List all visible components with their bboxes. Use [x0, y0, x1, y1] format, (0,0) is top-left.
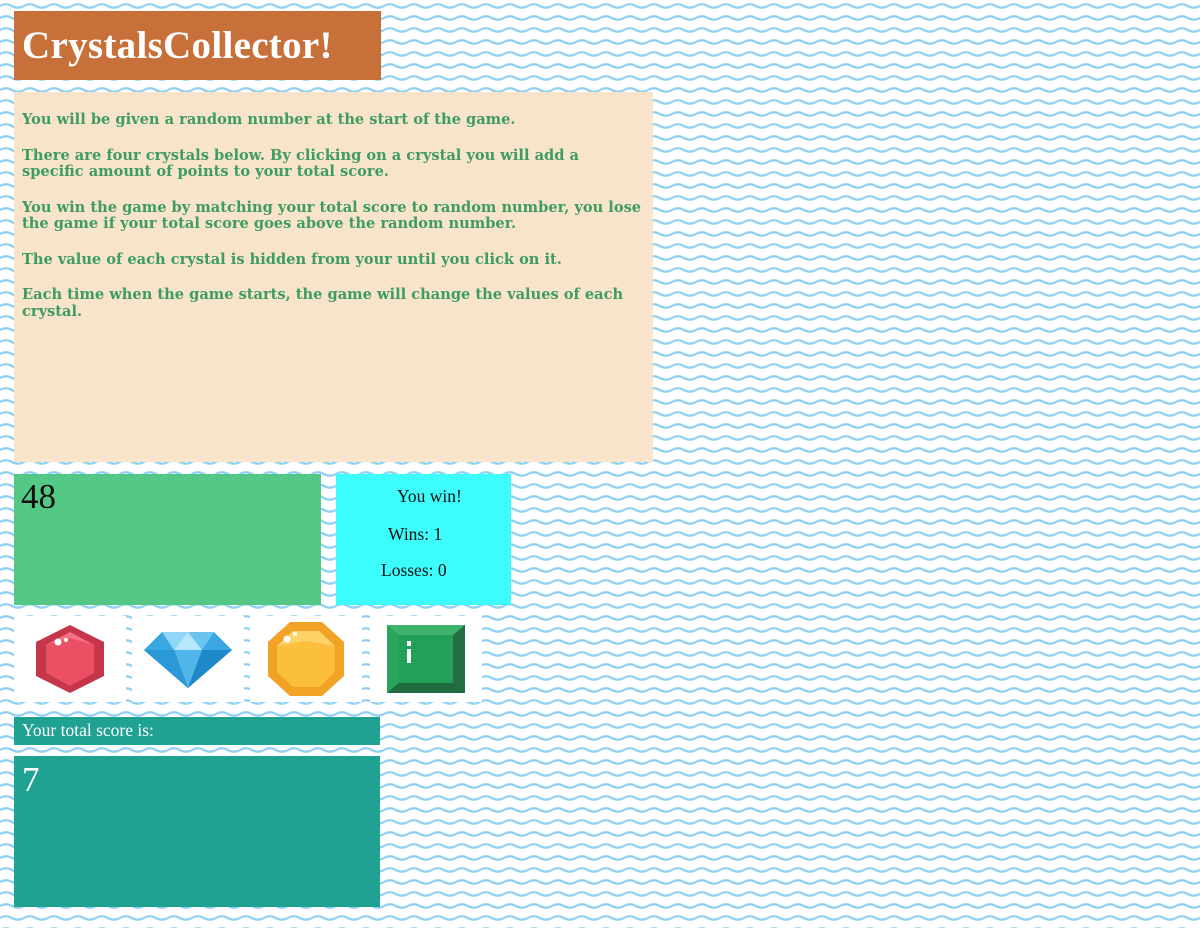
game-title: CrystalsCollector!	[22, 24, 333, 67]
stats-panel: You win! Wins: 1 Losses: 0	[336, 474, 511, 605]
instruction-paragraph: You will be given a random number at the…	[22, 111, 516, 128]
crystal-button-green[interactable]	[370, 616, 482, 702]
losses-counter: Losses: 0	[381, 560, 447, 580]
total-score-panel: 7	[14, 756, 380, 907]
crystal-button-yellow[interactable]	[250, 616, 362, 702]
title-banner: CrystalsCollector!	[14, 11, 381, 80]
yellow-octagon-gem-icon	[268, 622, 344, 696]
instruction-paragraph: The value of each crystal is hidden from…	[22, 250, 562, 268]
instruction-paragraph: Each time when the game starts, the game…	[22, 286, 624, 320]
crystal-button-red[interactable]	[14, 616, 126, 702]
random-target-number: 48	[21, 477, 56, 516]
blue-diamond-gem-icon	[144, 632, 232, 688]
wins-counter: Wins: 1	[388, 524, 443, 544]
instructions-panel: You will be given a random number at the…	[14, 92, 653, 462]
game-status-message: You win!	[397, 486, 462, 506]
random-number-panel: 48	[14, 474, 321, 605]
crystal-button-blue[interactable]	[132, 616, 244, 702]
instruction-paragraph: There are four crystals below. By clicki…	[22, 146, 579, 180]
green-square-gem-icon	[387, 625, 465, 693]
total-score-value: 7	[22, 760, 40, 799]
total-score-label: Your total score is:	[14, 717, 380, 745]
red-hexagon-gem-icon	[36, 625, 104, 693]
instruction-paragraph: You win the game by matching your total …	[22, 198, 642, 232]
